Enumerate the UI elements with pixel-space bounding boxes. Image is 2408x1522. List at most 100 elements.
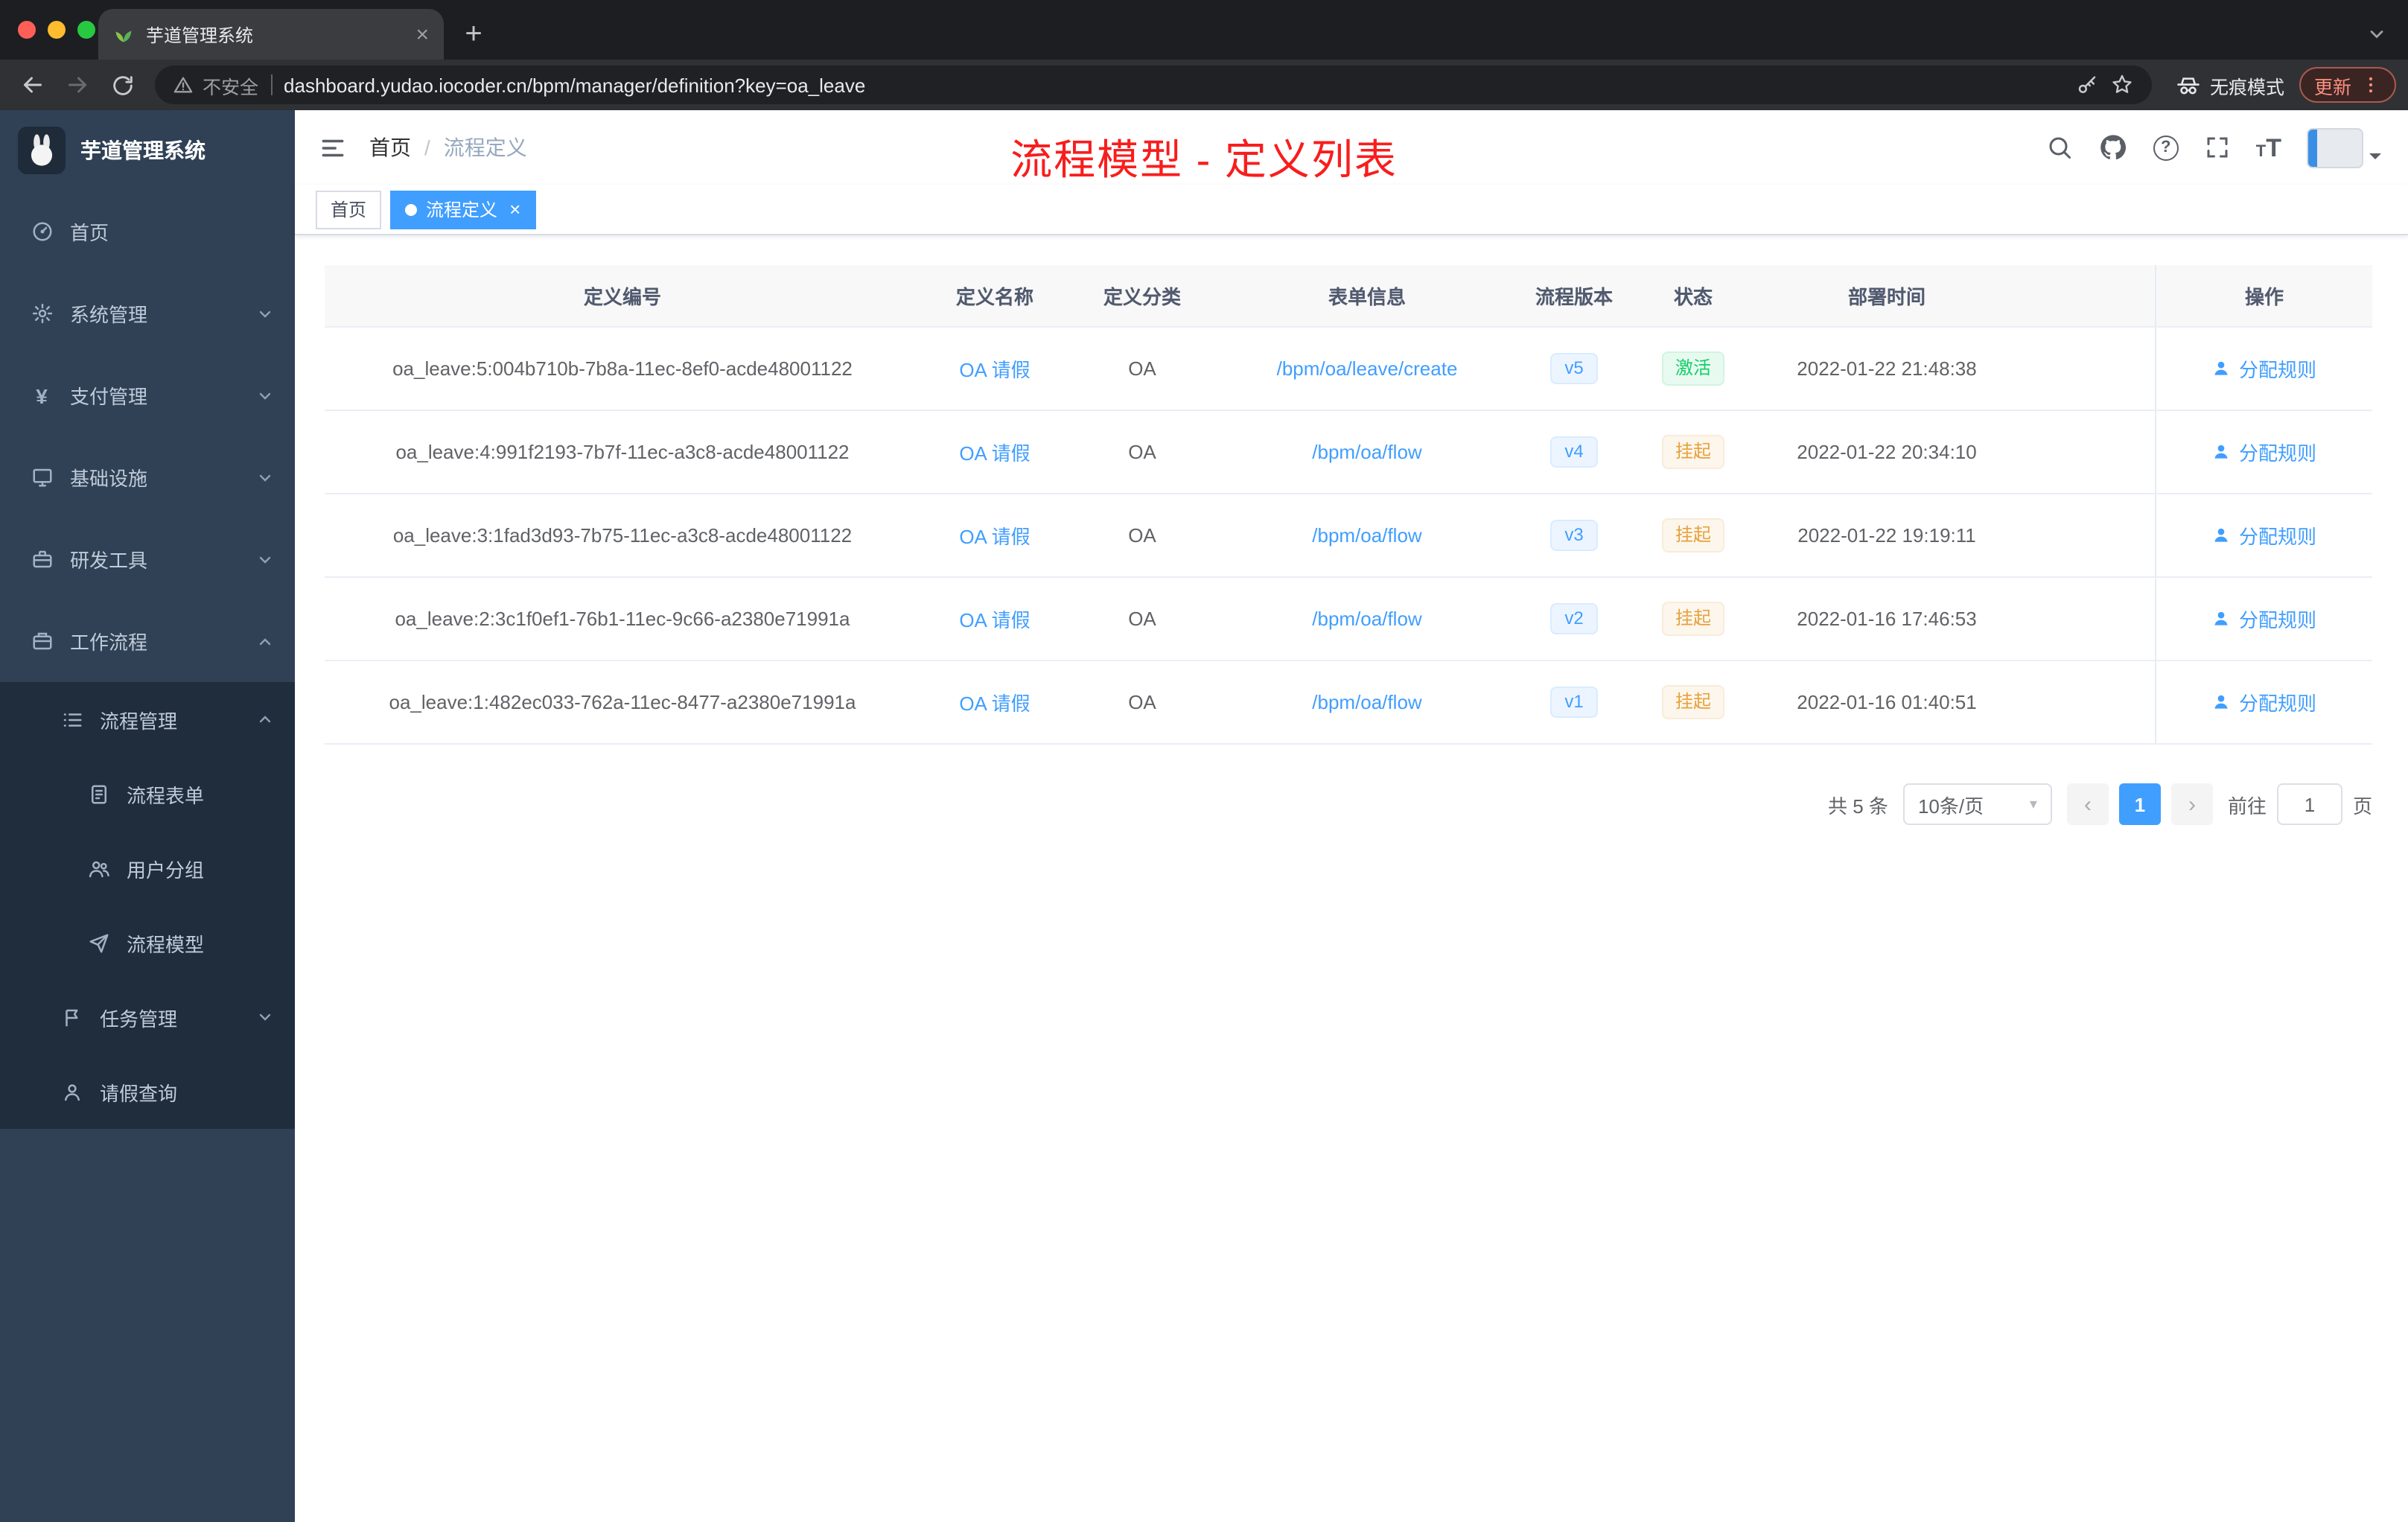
sidebar-item-process-mgmt[interactable]: 流程管理 <box>0 682 295 757</box>
help-icon[interactable]: ? <box>2153 135 2179 160</box>
sidebar-item-leave-query[interactable]: 请假查询 <box>0 1054 295 1129</box>
chevron-up-icon <box>256 710 274 728</box>
assign-rule-link[interactable]: 分配规则 <box>2212 688 2316 716</box>
sidebar-item-system-mgmt[interactable]: 系统管理 <box>0 273 295 354</box>
cell-definition-name[interactable]: OA 请假 <box>920 605 1069 633</box>
cell-deploy-time: 2022-01-22 20:34:10 <box>1797 441 1977 463</box>
tag-close-icon[interactable]: × <box>509 200 520 219</box>
tab-close-icon[interactable]: × <box>415 23 429 45</box>
sidebar-item-user-group[interactable]: 用户分组 <box>0 831 295 905</box>
assign-rule-link[interactable]: 分配规则 <box>2212 521 2316 550</box>
security-status[interactable]: 不安全 <box>173 71 258 99</box>
cell-form-info[interactable]: /bpm/oa/flow <box>1215 691 1519 713</box>
person-icon <box>2215 445 2229 459</box>
sidebar-item-label: 任务管理 <box>100 1007 178 1030</box>
cell-actions: 分配规则 <box>2155 494 2372 576</box>
breadcrumb-home[interactable]: 首页 <box>369 133 411 162</box>
browser-tab[interactable]: 芋道管理系统 × <box>98 9 444 60</box>
sidebar-logo[interactable]: 芋道管理系统 <box>0 110 295 191</box>
sidebar-item-payment-mgmt[interactable]: ¥ 支付管理 <box>0 354 295 436</box>
warning-triangle-icon <box>173 74 194 95</box>
window-close-button[interactable] <box>18 21 36 39</box>
cell-definition-name[interactable]: OA 请假 <box>920 438 1069 466</box>
cell-status: 挂起 <box>1629 684 1757 720</box>
cell-process-version: v4 <box>1519 436 1629 468</box>
screen: 芋道管理系统 × + 不安全 dashboard.yudao.iocoder.c… <box>0 0 2408 1522</box>
github-icon[interactable] <box>2098 133 2128 162</box>
tag-home[interactable]: 首页 <box>316 190 382 229</box>
cell-form-info[interactable]: /bpm/oa/flow <box>1215 524 1519 547</box>
dashboard-icon <box>30 220 54 243</box>
forward-icon[interactable] <box>57 66 98 104</box>
sidebar-item-label: 基础设施 <box>70 468 148 490</box>
back-icon[interactable] <box>12 66 54 104</box>
sidebar-item-infrastructure[interactable]: 基础设施 <box>0 436 295 518</box>
breadcrumb-separator: / <box>424 136 430 159</box>
next-page-button[interactable]: › <box>2170 783 2213 825</box>
cell-definition-name[interactable]: OA 请假 <box>920 354 1069 383</box>
fullscreen-icon[interactable] <box>2204 134 2231 161</box>
sidebar-item-workflow[interactable]: 工作流程 <box>0 600 295 682</box>
sidebar-item-task-mgmt[interactable]: 任务管理 <box>0 980 295 1054</box>
cell-process-version: v1 <box>1519 686 1629 719</box>
prev-page-button[interactable]: ‹ <box>2066 783 2109 825</box>
hamburger-icon[interactable] <box>295 110 369 185</box>
reload-icon[interactable] <box>101 66 143 104</box>
cell-definition-category: OA <box>1128 691 1156 713</box>
address-bar[interactable]: 不安全 dashboard.yudao.iocoder.cn/bpm/manag… <box>155 66 2152 104</box>
sidebar-item-label: 工作流程 <box>70 631 148 654</box>
avatar[interactable] <box>2307 127 2363 168</box>
list-icon <box>60 708 83 730</box>
sidebar-item-process-form[interactable]: 流程表单 <box>0 757 295 831</box>
cell-actions: 分配规则 <box>2155 411 2372 493</box>
new-tab-button[interactable]: + <box>453 13 494 55</box>
cell-form-info[interactable]: /bpm/oa/leave/create <box>1215 357 1519 380</box>
person-icon <box>60 1080 83 1103</box>
person-icon <box>2215 695 2229 709</box>
kebab-menu-icon[interactable] <box>2360 74 2381 95</box>
version-badge: v4 <box>1549 436 1599 468</box>
update-label: 更新 <box>2313 77 2351 98</box>
sidebar-item-home[interactable]: 首页 <box>0 191 295 273</box>
tab-search-chevron-icon[interactable] <box>2366 24 2387 45</box>
cell-actions: 分配规则 <box>2155 328 2372 410</box>
sidebar-item-label: 请假查询 <box>100 1082 178 1104</box>
browser-update-button[interactable]: 更新 <box>2299 67 2396 103</box>
cell-definition-name[interactable]: OA 请假 <box>920 688 1069 716</box>
page-unit-label: 页 <box>2352 795 2372 817</box>
browser-toolbar: 不安全 dashboard.yudao.iocoder.cn/bpm/manag… <box>0 60 2408 110</box>
cell-form-info[interactable]: /bpm/oa/flow <box>1215 608 1519 630</box>
sidebar-item-process-model[interactable]: 流程模型 <box>0 905 295 980</box>
pagination-total: 共 5 条 <box>1828 795 1888 817</box>
gear-icon <box>30 302 54 325</box>
sidebar-item-dev-tools[interactable]: 研发工具 <box>0 518 295 600</box>
table-row: oa_leave:4:991f2193-7b7f-11ec-a3c8-acde4… <box>325 411 2372 494</box>
chevron-down-icon: ▾ <box>2029 796 2037 812</box>
goto-page-input[interactable] <box>2276 783 2342 825</box>
tag-process-definition[interactable]: 流程定义 × <box>390 190 536 229</box>
user-menu[interactable] <box>2307 127 2381 168</box>
assign-rule-link[interactable]: 分配规则 <box>2212 605 2316 633</box>
monitor-icon <box>30 466 54 488</box>
assign-rule-link[interactable]: 分配规则 <box>2212 438 2316 466</box>
cell-definition-id: oa_leave:3:1fad3d93-7b75-11ec-a3c8-acde4… <box>392 524 853 547</box>
navbar-actions: ? TT <box>2046 127 2381 168</box>
cell-definition-name[interactable]: OA 请假 <box>920 521 1069 550</box>
page-size-select[interactable]: 10条/页 ▾ <box>1902 783 2052 825</box>
bookmark-star-icon[interactable] <box>2110 73 2134 97</box>
cell-form-info[interactable]: /bpm/oa/flow <box>1215 441 1519 463</box>
window-minimize-button[interactable] <box>48 21 66 39</box>
table-row: oa_leave:5:004b710b-7b8a-11ec-8ef0-acde4… <box>325 328 2372 411</box>
page-1-button[interactable]: 1 <box>2118 783 2161 825</box>
col-definition-id: 定义编号 <box>583 286 661 308</box>
key-icon[interactable] <box>2076 74 2098 96</box>
font-size-icon[interactable]: TT <box>2256 135 2281 160</box>
cell-definition-category: OA <box>1128 608 1156 630</box>
window-zoom-button[interactable] <box>77 21 95 39</box>
assign-rule-link[interactable]: 分配规则 <box>2212 354 2316 383</box>
cell-definition-category: OA <box>1128 357 1156 380</box>
col-process-version: 流程版本 <box>1535 286 1613 308</box>
cell-definition-id: oa_leave:2:3c1f0ef1-76b1-11ec-9c66-a2380… <box>395 608 850 630</box>
sidebar-item-label: 支付管理 <box>70 386 148 408</box>
search-icon[interactable] <box>2046 134 2073 161</box>
